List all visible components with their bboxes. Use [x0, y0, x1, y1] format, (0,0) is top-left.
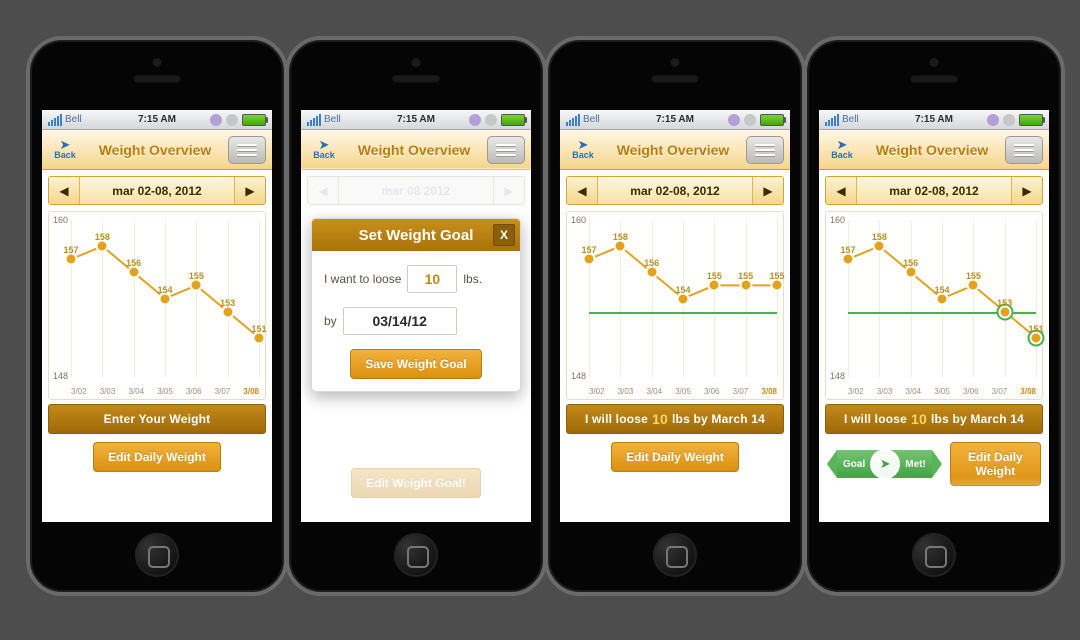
- y-min-label: 148: [53, 371, 68, 381]
- x-ticks: 3/023/03 3/043/05 3/063/07 3/08: [848, 387, 1036, 396]
- nav-bar: ➤ Back Weight Overview: [560, 130, 790, 170]
- date-range-picker: ◀ mar 02-08, 2012 ▶: [48, 176, 266, 205]
- y-max-label: 160: [571, 215, 586, 225]
- page-title: Weight Overview: [341, 142, 487, 158]
- goal-post-label: lbs by March 14: [672, 412, 765, 426]
- x-ticks: 3/023/03 3/043/05 3/063/07 3/08: [71, 387, 259, 396]
- weight-chart: 160 148 157158156154155155155 3/023/03 3…: [566, 211, 784, 400]
- page-title: Weight Overview: [600, 142, 746, 158]
- y-max-label: 160: [53, 215, 68, 225]
- edit-daily-weight-button[interactable]: Edit Daily Weight: [950, 442, 1041, 486]
- enter-weight-banner[interactable]: Enter Your Weight: [48, 404, 266, 434]
- x-ticks: 3/023/03 3/043/05 3/063/07 3/08: [589, 387, 777, 396]
- lose-prefix-label: I want to loose: [324, 272, 401, 286]
- lose-suffix-label: lbs.: [463, 272, 482, 286]
- goal-pre-label: I will loose: [585, 412, 648, 426]
- status-bar: Bell 7:15 AM: [301, 110, 531, 130]
- page-title: Weight Overview: [82, 142, 228, 158]
- next-week-button[interactable]: ▶: [235, 177, 265, 204]
- weight-chart: 160 148 157158156154155153151 3/023/03 3…: [48, 211, 266, 400]
- clock-label: 7:15 AM: [301, 114, 531, 125]
- back-label: Back: [566, 150, 600, 160]
- runner-icon: ➤: [825, 140, 859, 150]
- ribbon-right-label: Met!: [905, 459, 926, 470]
- lose-amount-input[interactable]: [407, 265, 457, 293]
- back-button[interactable]: ➤ Back: [307, 140, 341, 160]
- home-button[interactable]: [394, 533, 438, 577]
- battery-icon: [501, 114, 525, 126]
- edit-daily-weight-button[interactable]: Edit Daily Weight: [611, 442, 739, 472]
- edit-daily-weight-button[interactable]: Edit Daily Weight: [93, 442, 221, 472]
- back-button[interactable]: ➤ Back: [48, 140, 82, 160]
- prev-week-button[interactable]: ◀: [49, 177, 79, 204]
- status-bar: Bell 7:15 AM: [42, 110, 272, 130]
- date-range-label[interactable]: mar 02-08, 2012: [597, 177, 753, 204]
- goal-amount-label: 10: [907, 411, 931, 427]
- runner-icon: ➤: [48, 140, 82, 150]
- runner-icon: ➤: [307, 140, 341, 150]
- back-label: Back: [825, 150, 859, 160]
- save-weight-goal-button[interactable]: Save Weight Goal: [350, 349, 481, 379]
- clock-label: 7:15 AM: [560, 114, 790, 125]
- battery-icon: [760, 114, 784, 126]
- battery-icon: [1019, 114, 1043, 126]
- y-max-label: 160: [830, 215, 845, 225]
- back-button[interactable]: ➤ Back: [566, 140, 600, 160]
- page-title: Weight Overview: [859, 142, 1005, 158]
- prev-week-button[interactable]: ◀: [567, 177, 597, 204]
- y-min-label: 148: [571, 371, 586, 381]
- goal-amount-label: 10: [648, 411, 672, 427]
- goal-banner[interactable]: I will loose 10 lbs by March 14: [566, 404, 784, 434]
- back-label: Back: [307, 150, 341, 160]
- menu-button[interactable]: [746, 136, 784, 164]
- nav-bar: ➤ Back Weight Overview: [819, 130, 1049, 170]
- weight-chart: 160 148 157158156154155153151 3/023/03 3…: [825, 211, 1043, 400]
- goal-date-input[interactable]: [343, 307, 457, 335]
- clock-label: 7:15 AM: [819, 114, 1049, 125]
- home-button[interactable]: [653, 533, 697, 577]
- goal-post-label: lbs by March 14: [931, 412, 1024, 426]
- modal-title: Set Weight Goal: [359, 227, 474, 244]
- back-label: Back: [48, 150, 82, 160]
- home-button[interactable]: [912, 533, 956, 577]
- status-bar: Bell 7:15 AM: [560, 110, 790, 130]
- modal-title-bar: Set Weight Goal X: [312, 219, 520, 251]
- battery-icon: [242, 114, 266, 126]
- ribbon-left-label: Goal: [843, 459, 865, 470]
- next-week-button[interactable]: ▶: [753, 177, 783, 204]
- y-min-label: 148: [830, 371, 845, 381]
- nav-bar: ➤ Back Weight Overview: [42, 130, 272, 170]
- date-range-picker: ◀ mar 02-08, 2012 ▶: [566, 176, 784, 205]
- status-bar: Bell 7:15 AM: [819, 110, 1049, 130]
- by-label: by: [324, 314, 337, 328]
- goal-banner[interactable]: I will loose 10 lbs by March 14: [825, 404, 1043, 434]
- runner-badge-icon: ➤: [870, 449, 900, 479]
- goal-pre-label: I will loose: [844, 412, 907, 426]
- nav-bar: ➤ Back Weight Overview: [301, 130, 531, 170]
- menu-button[interactable]: [1005, 136, 1043, 164]
- set-weight-goal-modal: Set Weight Goal X I want to loose lbs. b…: [311, 218, 521, 392]
- date-range-label[interactable]: mar 02-08, 2012: [856, 177, 1012, 204]
- home-button[interactable]: [135, 533, 179, 577]
- goal-met-ribbon: Goal ➤ Met!: [827, 450, 942, 478]
- edit-weight-goal-button-bg: Edit Weight Goal!: [351, 468, 481, 498]
- next-week-button[interactable]: ▶: [1012, 177, 1042, 204]
- runner-icon: ➤: [566, 140, 600, 150]
- menu-button[interactable]: [228, 136, 266, 164]
- close-icon[interactable]: X: [493, 224, 515, 246]
- menu-button[interactable]: [487, 136, 525, 164]
- prev-week-button[interactable]: ◀: [826, 177, 856, 204]
- date-range-label[interactable]: mar 02-08, 2012: [79, 177, 235, 204]
- date-range-picker: ◀ mar 02-08, 2012 ▶: [825, 176, 1043, 205]
- clock-label: 7:15 AM: [42, 114, 272, 125]
- back-button[interactable]: ➤ Back: [825, 140, 859, 160]
